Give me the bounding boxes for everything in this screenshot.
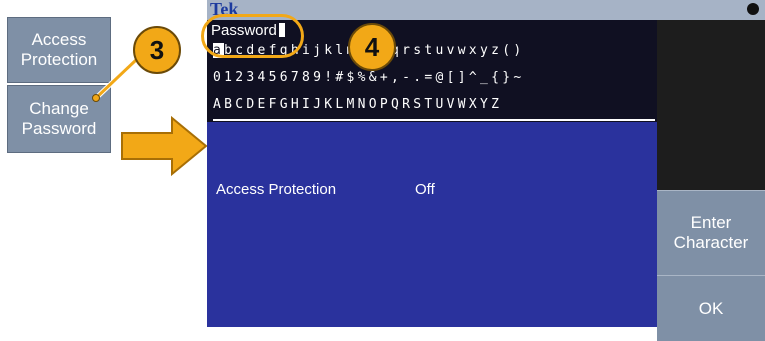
callout-step-4: 4 [348, 23, 396, 71]
keyboard-row-symbols-chars[interactable]: 0123456789!#$%&+,-.=@[]^_{}~ [213, 70, 525, 85]
arrow-right-icon [121, 115, 208, 177]
change-password-label-line2: Password [21, 119, 97, 138]
keyboard-row-uppercase-chars[interactable]: ABCDEFGHIJKLMNOPQRSTUVWXYZ [213, 97, 502, 112]
enter-character-softkey[interactable]: Enter Character [657, 190, 765, 275]
keyboard-divider [213, 119, 655, 121]
change-password-label-line1: Change [29, 99, 89, 118]
enter-character-label-line1: Enter [690, 213, 732, 232]
enter-character-label-line2: Character [673, 233, 749, 252]
change-password-button[interactable]: Change Password [7, 85, 111, 153]
softkey-blank-top [657, 20, 765, 190]
keyboard-row-symbols[interactable]: 0123456789!#$%&+,-.=@[]^_{}~ [213, 71, 525, 85]
keyboard-row-uppercase[interactable]: ABCDEFGHIJKLMNOPQRSTUVWXYZ [213, 98, 502, 112]
bottom-strip [207, 327, 657, 341]
access-protection-button[interactable]: Access Protection [7, 17, 111, 83]
access-protection-setting-value: Off [415, 181, 435, 198]
access-protection-setting-label: Access Protection [216, 181, 337, 198]
access-protection-label-line2: Protection [20, 50, 98, 69]
ok-label: OK [698, 298, 724, 318]
ok-softkey[interactable]: OK [657, 275, 765, 341]
status-indicator-icon [747, 3, 759, 15]
access-protection-label-line1: Access [31, 30, 87, 49]
callout-step-3: 3 [133, 26, 181, 74]
password-highlight-ring [201, 14, 304, 58]
